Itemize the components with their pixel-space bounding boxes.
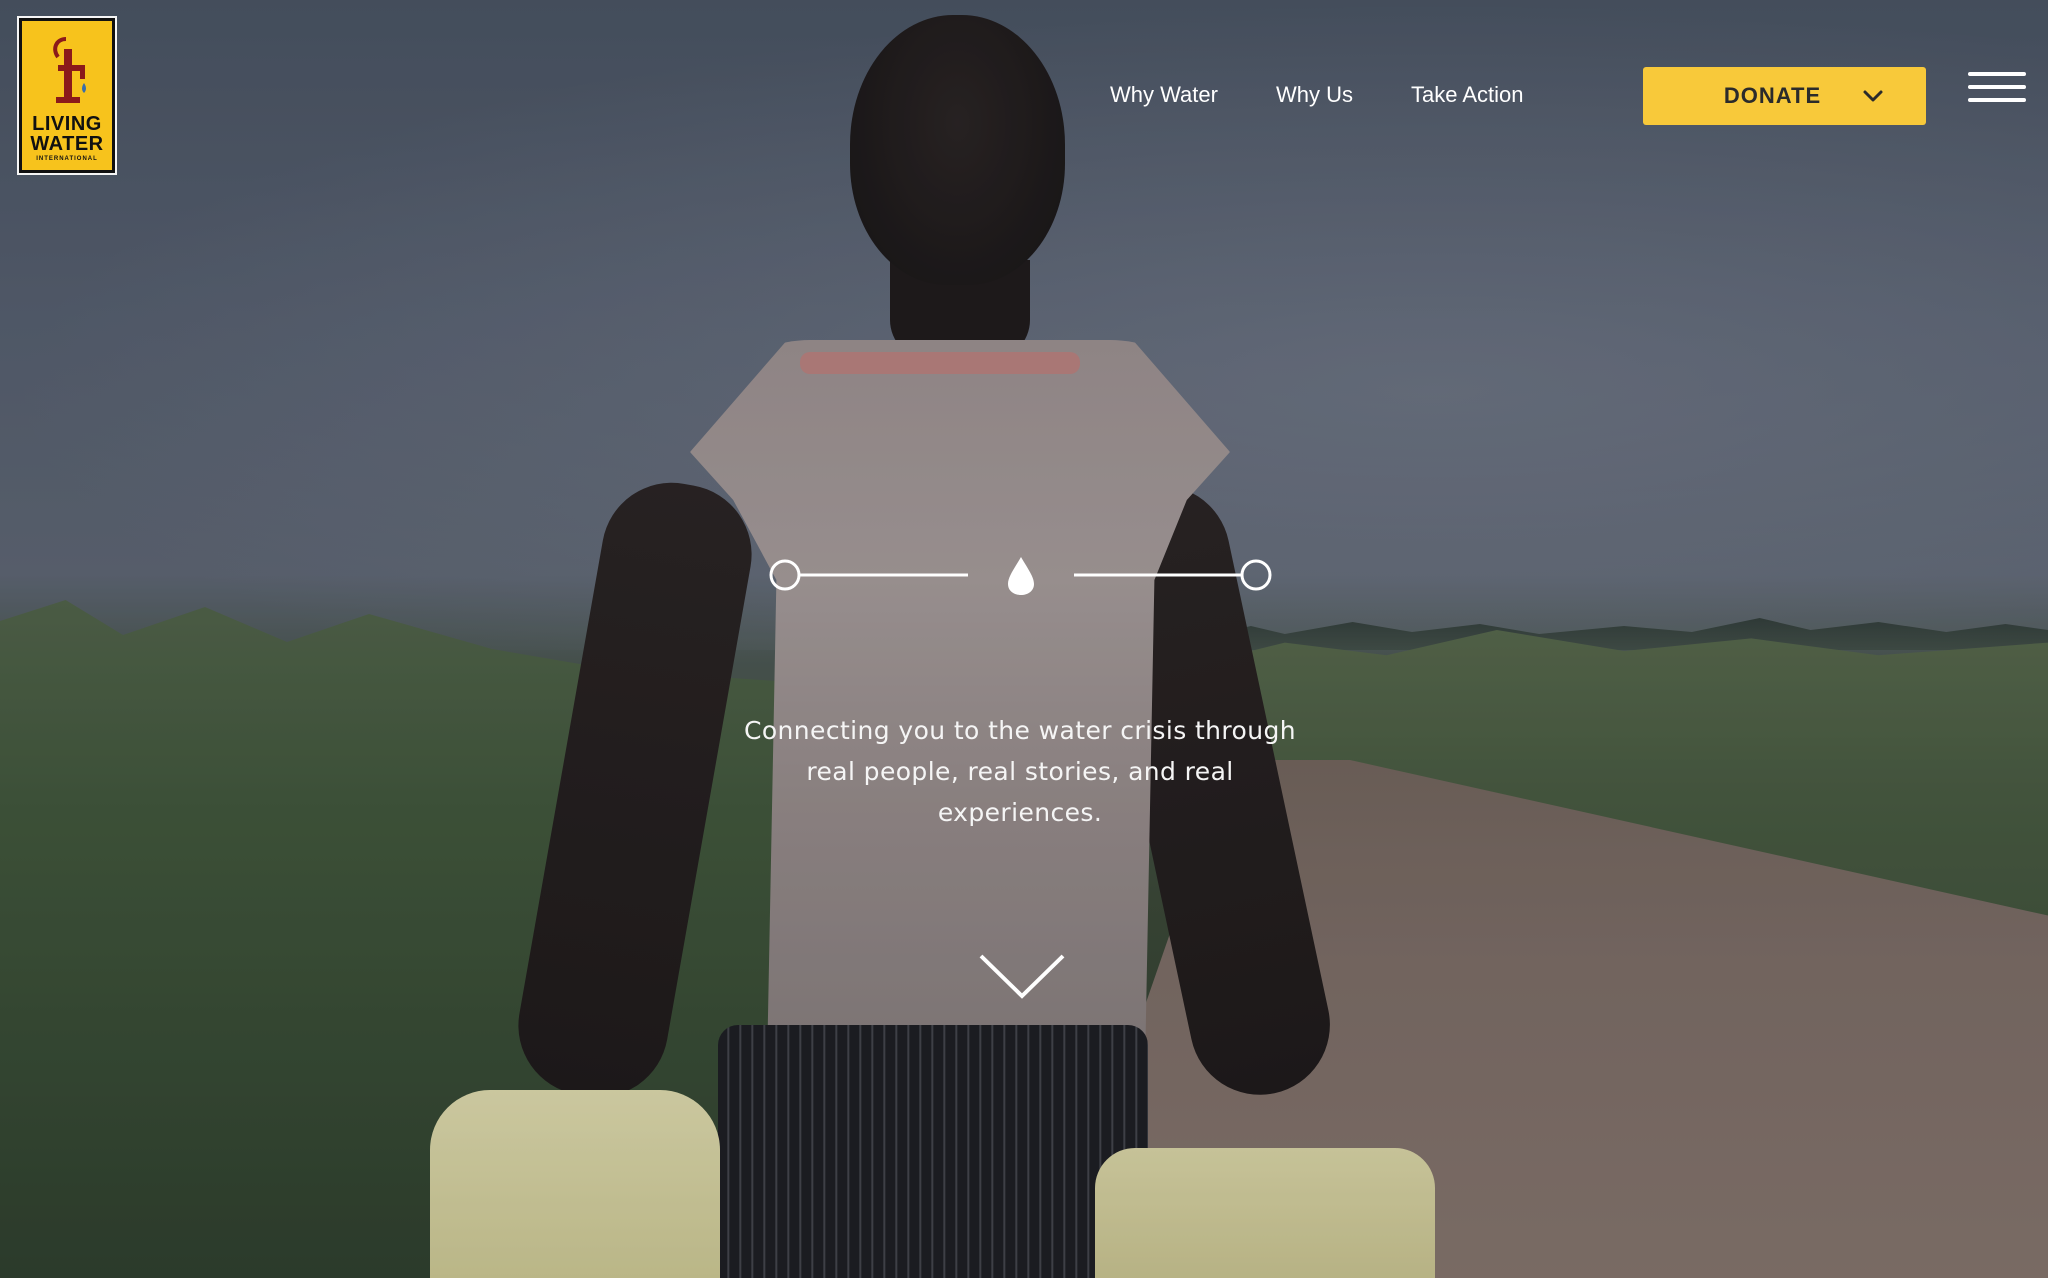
living-water-logo[interactable]: LIVING WATER INTERNATIONAL	[17, 16, 117, 175]
scroll-down-chevron-icon[interactable]	[977, 952, 1067, 1002]
hero-background-image	[0, 0, 2048, 1278]
logo-text-living: LIVING	[32, 113, 102, 135]
donate-label: DONATE	[1723, 83, 1822, 108]
chevron-down-icon	[1863, 90, 1883, 102]
logo-text-water: WATER	[30, 133, 104, 155]
overlay-dim	[0, 0, 2048, 1278]
donate-button[interactable]: DONATE	[1643, 67, 1926, 125]
water-drop-icon	[1008, 557, 1034, 595]
nav-take-action[interactable]: Take Action	[1411, 82, 1524, 108]
divider-left-circle	[769, 559, 801, 591]
nav-why-water[interactable]: Why Water	[1110, 82, 1218, 108]
logo-text-international: INTERNATIONAL	[36, 156, 98, 162]
hamburger-menu-icon[interactable]	[1968, 72, 2026, 112]
water-pump-icon	[53, 37, 86, 103]
nav-why-us[interactable]: Why Us	[1276, 82, 1353, 108]
main-nav: Why Water Why Us Take Action	[1110, 72, 1582, 118]
water-divider-graphic	[769, 557, 1272, 595]
divider-right-circle	[1240, 559, 1272, 591]
hero-tagline: Connecting you to the water crisis throu…	[744, 716, 1296, 827]
